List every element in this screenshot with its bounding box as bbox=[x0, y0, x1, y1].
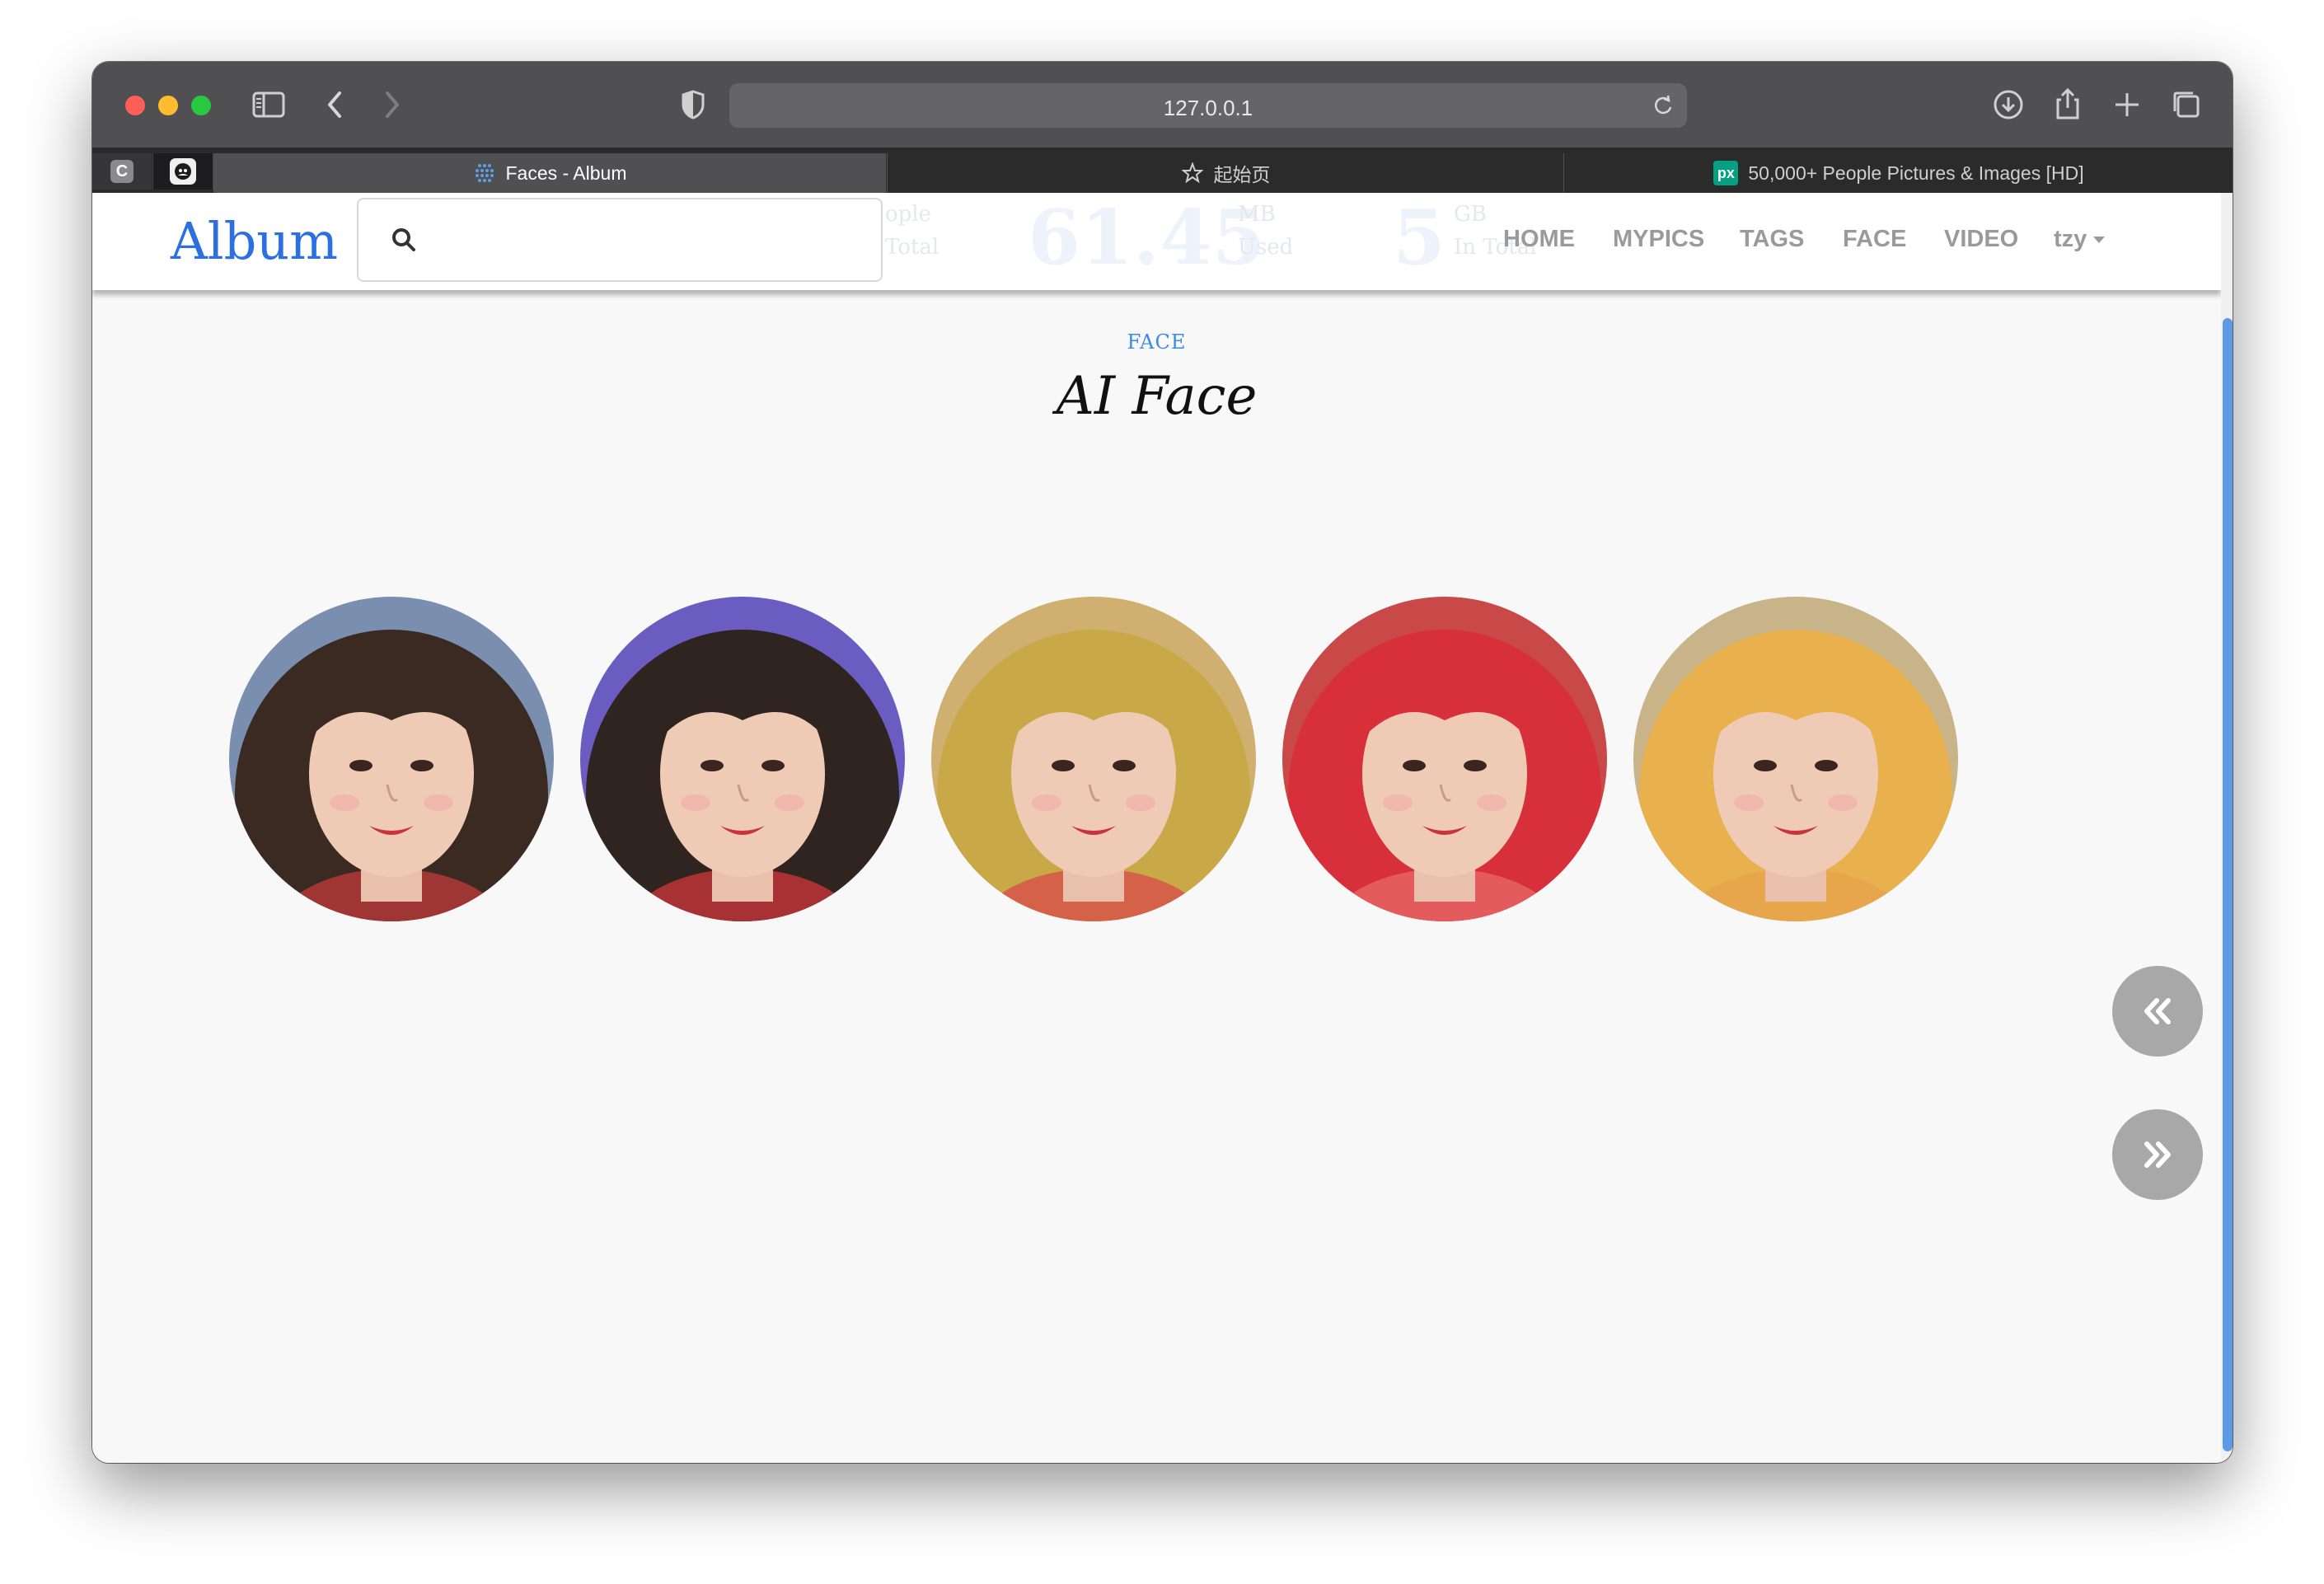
browser-toolbar: 127.0.0.1 bbox=[92, 62, 2233, 148]
ghost-used-unit: MB Used bbox=[1238, 202, 1294, 260]
forward-icon[interactable] bbox=[372, 85, 412, 124]
site-navbar: Album ople Total 61.45 MB Used 5 GB In T… bbox=[92, 193, 2221, 290]
previous-page-button[interactable] bbox=[2112, 966, 2203, 1057]
brand-logo[interactable]: Album bbox=[171, 211, 338, 271]
pinned-tab-app[interactable] bbox=[152, 153, 213, 190]
tab-faces-album[interactable]: Faces - Album bbox=[213, 153, 886, 193]
downloads-icon[interactable] bbox=[1989, 85, 2028, 124]
faces-dots-icon bbox=[473, 162, 496, 185]
face-thumbnail[interactable] bbox=[1282, 597, 1607, 921]
pexels-logo-icon: px bbox=[1713, 161, 1739, 185]
user-menu-dropdown[interactable]: tzy bbox=[2054, 226, 2106, 253]
face-illustration bbox=[1282, 597, 1607, 921]
nav-home[interactable]: HOME bbox=[1503, 226, 1575, 253]
star-icon bbox=[1181, 162, 1204, 185]
face-illustration bbox=[580, 597, 905, 921]
ghost-people-stat: ople Total bbox=[885, 202, 939, 260]
url-text: 127.0.0.1 bbox=[1163, 96, 1253, 120]
next-page-button[interactable] bbox=[2112, 1109, 2203, 1200]
new-tab-icon[interactable] bbox=[2107, 85, 2147, 124]
pinned-tab-label: C bbox=[110, 160, 134, 183]
reload-icon[interactable] bbox=[1651, 93, 1675, 118]
scrollbar-thumb[interactable] bbox=[2223, 318, 2233, 1451]
tab-bar: C Faces - Album 起始页 px 50,000+ People Pi… bbox=[92, 148, 2233, 193]
double-chevron-left-icon bbox=[2144, 998, 2171, 1024]
page-title: AI Face bbox=[1056, 366, 1258, 427]
user-name: tzy bbox=[2054, 226, 2087, 252]
privacy-shield-icon[interactable] bbox=[673, 85, 713, 124]
tab-pexels[interactable]: px 50,000+ People Pictures & Images [HD] bbox=[1563, 153, 2233, 193]
nav-video[interactable]: VIDEO bbox=[1944, 226, 2018, 253]
browser-window: 127.0.0.1 C Faces - Album 起始页 px 50,000+… bbox=[92, 62, 2233, 1463]
app-icon bbox=[170, 158, 196, 185]
caret-down-icon bbox=[2093, 237, 2106, 244]
tab-overview-icon[interactable] bbox=[2167, 85, 2206, 124]
nav-tags[interactable]: TAGS bbox=[1740, 226, 1804, 253]
face-illustration bbox=[931, 597, 1256, 921]
search-input[interactable] bbox=[433, 216, 864, 265]
pinned-tab-c[interactable]: C bbox=[92, 153, 152, 190]
double-chevron-right-icon bbox=[2144, 1141, 2171, 1168]
address-bar[interactable]: 127.0.0.1 bbox=[729, 83, 1687, 128]
search-icon bbox=[392, 228, 415, 251]
close-window-button[interactable] bbox=[125, 96, 145, 115]
nav-mypics[interactable]: MYPICS bbox=[1613, 226, 1704, 253]
minimize-window-button[interactable] bbox=[158, 96, 178, 115]
face-thumbnail[interactable] bbox=[1633, 597, 1958, 921]
face-illustration bbox=[229, 597, 554, 921]
tab-title: Faces - Album bbox=[505, 162, 627, 184]
share-icon[interactable] bbox=[2048, 85, 2087, 124]
zoom-window-button[interactable] bbox=[191, 96, 211, 115]
sidebar-toggle-icon[interactable] bbox=[249, 85, 288, 124]
face-thumbnail[interactable] bbox=[229, 597, 554, 921]
face-thumbnail[interactable] bbox=[931, 597, 1256, 921]
tab-title: 50,000+ People Pictures & Images [HD] bbox=[1748, 162, 2084, 184]
search-box[interactable] bbox=[357, 198, 883, 282]
ghost-used-value: 61.45 bbox=[1028, 193, 1266, 282]
nav-face[interactable]: FACE bbox=[1843, 226, 1906, 253]
tab-title: 起始页 bbox=[1213, 164, 1271, 185]
ghost-gb-value: 5 bbox=[1393, 193, 1446, 282]
face-illustration bbox=[1633, 597, 1958, 921]
back-icon[interactable] bbox=[315, 85, 354, 124]
face-thumbnail[interactable] bbox=[580, 597, 905, 921]
web-page: Album ople Total 61.45 MB Used 5 GB In T… bbox=[92, 193, 2233, 1463]
tab-start-page[interactable]: 起始页 bbox=[887, 153, 1563, 193]
section-eyebrow: FACE bbox=[1127, 330, 1187, 354]
